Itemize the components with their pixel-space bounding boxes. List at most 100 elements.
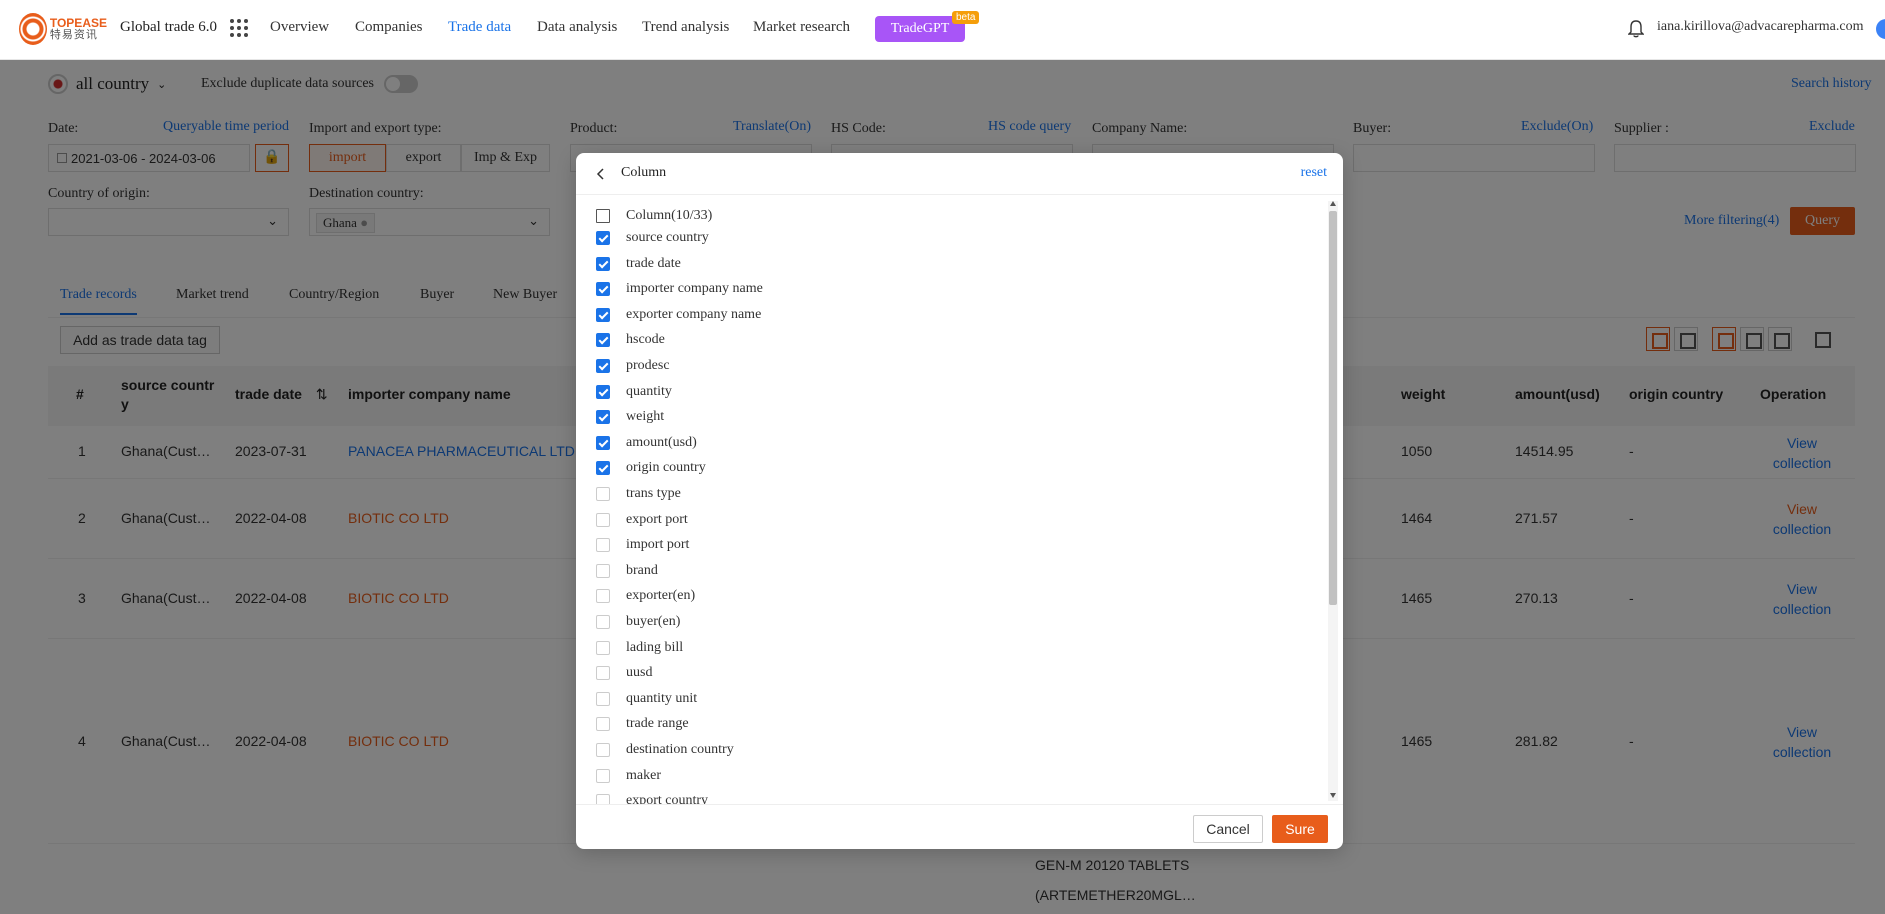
column-checkbox[interactable] <box>596 487 610 501</box>
app-title: Global trade 6.0 <box>120 19 218 35</box>
column-option[interactable]: prodesc <box>596 355 670 377</box>
column-checkbox[interactable] <box>596 691 610 706</box>
nav-trade-data[interactable]: Trade data <box>448 19 511 36</box>
column-option-label: brand <box>626 562 658 578</box>
column-option-label: importer company name <box>626 281 763 297</box>
column-checkbox[interactable] <box>596 333 610 348</box>
column-checkbox[interactable] <box>596 512 610 527</box>
column-option[interactable]: origin country <box>596 457 706 479</box>
column-option-label: origin country <box>626 460 706 476</box>
column-checkbox[interactable] <box>596 794 610 804</box>
column-option[interactable]: export country <box>596 790 708 804</box>
reset-link[interactable]: reset <box>1301 165 1327 181</box>
column-option-label: export port <box>626 511 688 527</box>
column-checkbox[interactable] <box>596 743 610 757</box>
column-option[interactable]: amount(usd) <box>596 432 697 454</box>
column-checkbox[interactable] <box>596 282 610 297</box>
user-email[interactable]: iana.kirillova@advacarepharma.com <box>1657 19 1863 35</box>
column-option-label: prodesc <box>626 358 670 373</box>
column-option-label: exporter company name <box>626 306 762 322</box>
column-option[interactable]: importer company name <box>596 278 763 300</box>
column-checkbox[interactable] <box>596 666 610 681</box>
column-parent-label: Column(10/33) <box>626 208 713 223</box>
column-option[interactable]: weight <box>596 406 664 428</box>
column-option-label: amount(usd) <box>626 434 697 450</box>
column-checkbox[interactable] <box>596 307 610 322</box>
column-checkbox[interactable] <box>596 461 610 476</box>
column-checkbox[interactable] <box>596 615 610 629</box>
column-settings-modal: Column reset Column(10/33) source countr… <box>576 153 1343 849</box>
scrollbar-thumb[interactable] <box>1329 211 1337 605</box>
column-option-label: source country <box>626 230 709 245</box>
column-checkbox[interactable] <box>596 717 610 732</box>
column-checkbox[interactable] <box>596 359 610 373</box>
parent-checkbox[interactable] <box>596 209 610 223</box>
column-checkbox[interactable] <box>596 384 610 399</box>
apps-grid-icon[interactable] <box>230 19 248 37</box>
column-option-label: maker <box>626 767 661 783</box>
beta-badge: beta <box>952 11 980 24</box>
column-option[interactable]: exporter(en) <box>596 585 695 607</box>
column-option-label: uusd <box>626 665 653 681</box>
modal-header: Column reset <box>576 153 1343 195</box>
column-checkbox[interactable] <box>596 231 610 245</box>
column-checkbox[interactable] <box>596 538 610 553</box>
column-checkbox[interactable] <box>596 768 610 783</box>
nav-companies[interactable]: Companies <box>355 19 423 36</box>
column-parent-item[interactable]: Column(10/33) <box>596 205 712 227</box>
column-option-label: lading bill <box>626 639 684 655</box>
modal-footer: Cancel Sure <box>576 804 1343 849</box>
column-option-label: exporter(en) <box>626 588 696 604</box>
column-option[interactable]: destination country <box>596 739 734 761</box>
user-avatar[interactable] <box>1876 19 1885 39</box>
column-option-label: quantity <box>626 383 672 399</box>
column-option[interactable]: buyer(en) <box>596 611 680 633</box>
column-option-label: import port <box>626 537 690 553</box>
column-option-label: export country <box>626 793 709 804</box>
nav-market-research[interactable]: Market research <box>753 19 850 36</box>
column-option[interactable]: trans type <box>596 483 681 505</box>
column-option[interactable]: quantity <box>596 381 672 403</box>
column-option[interactable]: trade date <box>596 253 681 275</box>
topease-logo[interactable]: TOPEASE 特易资讯 <box>19 12 107 46</box>
nav-trend-analysis[interactable]: Trend analysis <box>642 19 729 36</box>
column-option-label: trade date <box>626 255 681 271</box>
column-option-label: buyer(en) <box>626 614 681 629</box>
column-option-label: weight <box>626 409 665 425</box>
column-option[interactable]: hscode <box>596 329 665 351</box>
column-option-label: quantity unit <box>626 690 698 706</box>
column-checkbox[interactable] <box>596 410 610 425</box>
sure-button[interactable]: Sure <box>1272 815 1328 843</box>
nav-overview[interactable]: Overview <box>270 19 329 36</box>
column-checkbox[interactable] <box>596 563 610 578</box>
column-option[interactable]: maker <box>596 765 661 787</box>
column-checkbox[interactable] <box>596 435 610 450</box>
column-option[interactable]: uusd <box>596 662 652 684</box>
column-option-label: hscode <box>626 332 665 348</box>
column-checkbox[interactable] <box>596 589 610 604</box>
column-option-label: trans type <box>626 486 681 501</box>
cancel-button[interactable]: Cancel <box>1193 815 1263 843</box>
column-option[interactable]: import port <box>596 534 689 556</box>
column-option[interactable]: source country <box>596 227 709 249</box>
scroll-down-icon[interactable] <box>1330 793 1336 798</box>
logo-mark-icon <box>19 13 47 45</box>
nav-data-analysis[interactable]: Data analysis <box>537 19 617 36</box>
logo-text-cn: 特易资讯 <box>49 29 98 41</box>
column-option-label: destination country <box>626 742 734 757</box>
column-option[interactable]: trade range <box>596 713 689 735</box>
column-option[interactable]: brand <box>596 560 658 582</box>
column-option[interactable]: export port <box>596 509 688 531</box>
column-option-label: trade range <box>626 716 689 732</box>
back-arrow-icon[interactable] <box>594 166 608 182</box>
top-navigation: TOPEASE 特易资讯 Global trade 6.0 Overview C… <box>0 0 1885 60</box>
column-checkbox[interactable] <box>596 256 610 271</box>
bell-icon[interactable] <box>1628 20 1644 38</box>
column-list: Column(10/33) source country trade date im… <box>576 196 1328 804</box>
column-option[interactable]: quantity unit <box>596 688 697 710</box>
scroll-up-icon[interactable] <box>1330 201 1336 206</box>
column-option[interactable]: exporter company name <box>596 304 761 326</box>
column-option[interactable]: lading bill <box>596 637 683 659</box>
column-checkbox[interactable] <box>596 640 610 655</box>
modal-title: Column <box>621 165 667 180</box>
